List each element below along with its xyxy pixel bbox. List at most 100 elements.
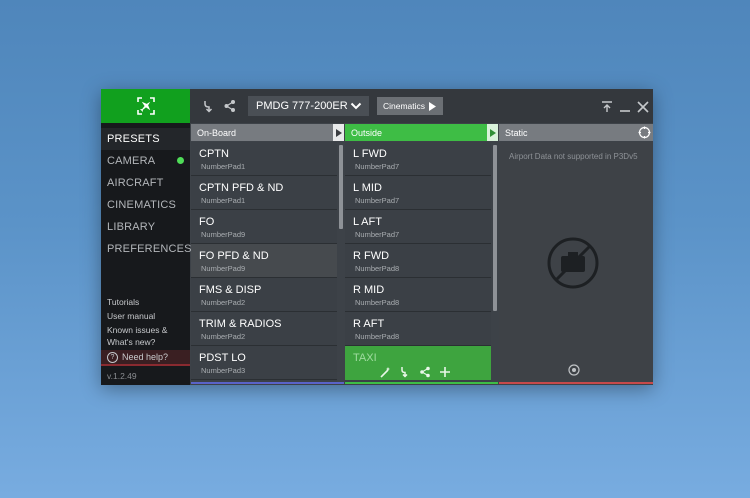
plus-icon[interactable] (439, 366, 451, 378)
aircraft-name: PMDG 777-200ER (256, 100, 348, 112)
nav-camera[interactable]: CAMERA (101, 150, 190, 172)
preset-title: L MID (353, 182, 382, 194)
share-icon[interactable] (223, 99, 237, 113)
camera-app-window: PRESETS CAMERA AIRCRAFT CINEMATICS LIBRA… (101, 89, 653, 385)
preset-hotkey: NumberPad8 (355, 298, 400, 307)
target-button[interactable] (638, 126, 651, 139)
app-logo[interactable] (101, 89, 190, 123)
static-panel-header: Static (499, 124, 653, 141)
tutorials-link[interactable]: Tutorials (107, 296, 190, 308)
target-icon[interactable] (568, 364, 580, 376)
play-icon (489, 128, 496, 137)
outside-accent-line (345, 382, 498, 384)
preset-row[interactable]: R FWD NumberPad8 (345, 244, 491, 278)
preset-row[interactable]: FMS & DISP NumberPad2 (191, 278, 337, 312)
nav-label: AIRCRAFT (107, 177, 164, 189)
preset-row[interactable]: CPTN NumberPad1 (191, 142, 337, 176)
preset-hotkey: NumberPad9 (201, 264, 246, 273)
onboard-preset-list: CPTN NumberPad1 CPTN PFD & ND NumberPad1 F… (191, 142, 337, 383)
preset-title: PDST LO (199, 352, 246, 364)
preset-hotkey: NumberPad7 (355, 162, 400, 171)
preset-title: TRIM & RADIOS (199, 318, 282, 330)
onboard-scrollbar[interactable] (339, 145, 343, 229)
preset-row[interactable]: L AFT NumberPad7 (345, 210, 491, 244)
static-accent-line (499, 382, 653, 384)
preset-title: TAXI (353, 352, 377, 364)
nav-label: PRESETS (107, 133, 160, 145)
pin-top-icon[interactable] (600, 100, 614, 114)
play-icon (429, 101, 437, 111)
share-icon[interactable] (419, 366, 431, 378)
magic-wand-icon[interactable] (379, 366, 391, 378)
aircraft-select[interactable]: PMDG 777-200ER (248, 96, 369, 116)
outside-play-button[interactable] (487, 124, 498, 141)
preset-hotkey: NumberPad7 (355, 196, 400, 205)
close-icon[interactable] (636, 100, 650, 114)
cinematics-label: Cinematics (383, 101, 426, 111)
preset-hotkey: NumberPad9 (201, 230, 246, 239)
question-icon: ? (107, 351, 118, 363)
preset-row-selected[interactable]: FO PFD & ND NumberPad9 (191, 244, 337, 278)
preset-row[interactable]: FO NumberPad9 (191, 210, 337, 244)
user-manual-link[interactable]: User manual (107, 310, 190, 322)
chevron-down-icon (350, 102, 362, 110)
nav-presets[interactable]: PRESETS (101, 128, 190, 150)
preset-hotkey: NumberPad2 (201, 332, 246, 341)
static-panel-title: Static (505, 127, 528, 138)
outside-scrollbar[interactable] (493, 145, 497, 311)
toolbar: PMDG 777-200ER Cinematics (190, 89, 653, 123)
row-action-bar (379, 365, 459, 379)
preset-hotkey: NumberPad1 (201, 196, 246, 205)
main-nav: PRESETS CAMERA AIRCRAFT CINEMATICS LIBRA… (101, 128, 192, 260)
preset-hotkey: NumberPad8 (355, 264, 400, 273)
nav-cinematics[interactable]: CINEMATICS (101, 194, 190, 216)
airplane-focus-icon (136, 97, 155, 115)
preset-title: R FWD (353, 250, 390, 262)
preset-title: FMS & DISP (199, 284, 262, 296)
nav-label: LIBRARY (107, 221, 156, 233)
need-help-button[interactable]: ? Need help? (101, 350, 190, 366)
need-help-label: Need help? (122, 352, 169, 362)
static-panel-body: Airport Data not supported in P3Dv5 (499, 142, 653, 383)
preset-title: R AFT (353, 318, 385, 330)
preset-row[interactable]: R MID NumberPad8 (345, 278, 491, 312)
preset-row[interactable]: PDST LO NumberPad3 (191, 346, 337, 380)
version-label: v.1.2.49 (107, 371, 137, 381)
preset-title: FO PFD & ND (199, 250, 269, 262)
preset-hotkey: NumberPad2 (201, 298, 246, 307)
sidebar: PRESETS CAMERA AIRCRAFT CINEMATICS LIBRA… (101, 89, 192, 385)
preset-title: L FWD (353, 148, 387, 160)
preset-hotkey: NumberPad7 (355, 230, 400, 239)
outside-panel-title: Outside (351, 127, 383, 138)
nav-aircraft[interactable]: AIRCRAFT (101, 172, 190, 194)
sidebar-links: Tutorials User manual Known issues & Wha… (107, 296, 190, 348)
preset-title: CPTN (199, 148, 229, 160)
nav-label: CINEMATICS (107, 199, 177, 211)
nav-label: CAMERA (107, 155, 156, 167)
preset-row[interactable]: L MID NumberPad7 (345, 176, 491, 210)
nav-preferences[interactable]: PREFERENCES (101, 238, 192, 260)
preset-title: L AFT (353, 216, 382, 228)
whats-new-link[interactable]: What's new? (107, 336, 190, 348)
preset-row[interactable]: L FWD NumberPad7 (345, 142, 491, 176)
status-dot (177, 157, 184, 164)
play-icon (335, 128, 342, 137)
nav-library[interactable]: LIBRARY (101, 216, 190, 238)
preset-title: CPTN PFD & ND (199, 182, 284, 194)
outside-preset-list: L FWD NumberPad7 L MID NumberPad7 L AFT Num… (345, 142, 491, 383)
preset-row[interactable]: TRIM & RADIOS NumberPad2 (191, 312, 337, 346)
static-unsupported-message: Airport Data not supported in P3Dv5 (509, 152, 638, 161)
preset-hotkey: NumberPad8 (355, 332, 400, 341)
import-arrow-icon[interactable] (202, 99, 216, 113)
import-arrow-icon[interactable] (399, 366, 411, 378)
preset-row[interactable]: CPTN PFD & ND NumberPad1 (191, 176, 337, 210)
onboard-accent-line (191, 382, 344, 384)
preset-hotkey: NumberPad1 (201, 162, 246, 171)
onboard-panel-header: On-Board (191, 124, 344, 141)
preset-row[interactable]: R AFT NumberPad8 (345, 312, 491, 346)
minimize-icon[interactable] (618, 100, 632, 114)
cinematics-button[interactable]: Cinematics (377, 97, 443, 115)
preset-title: R MID (353, 284, 385, 296)
onboard-play-button[interactable] (333, 124, 344, 141)
known-issues-link[interactable]: Known issues & (107, 324, 190, 336)
